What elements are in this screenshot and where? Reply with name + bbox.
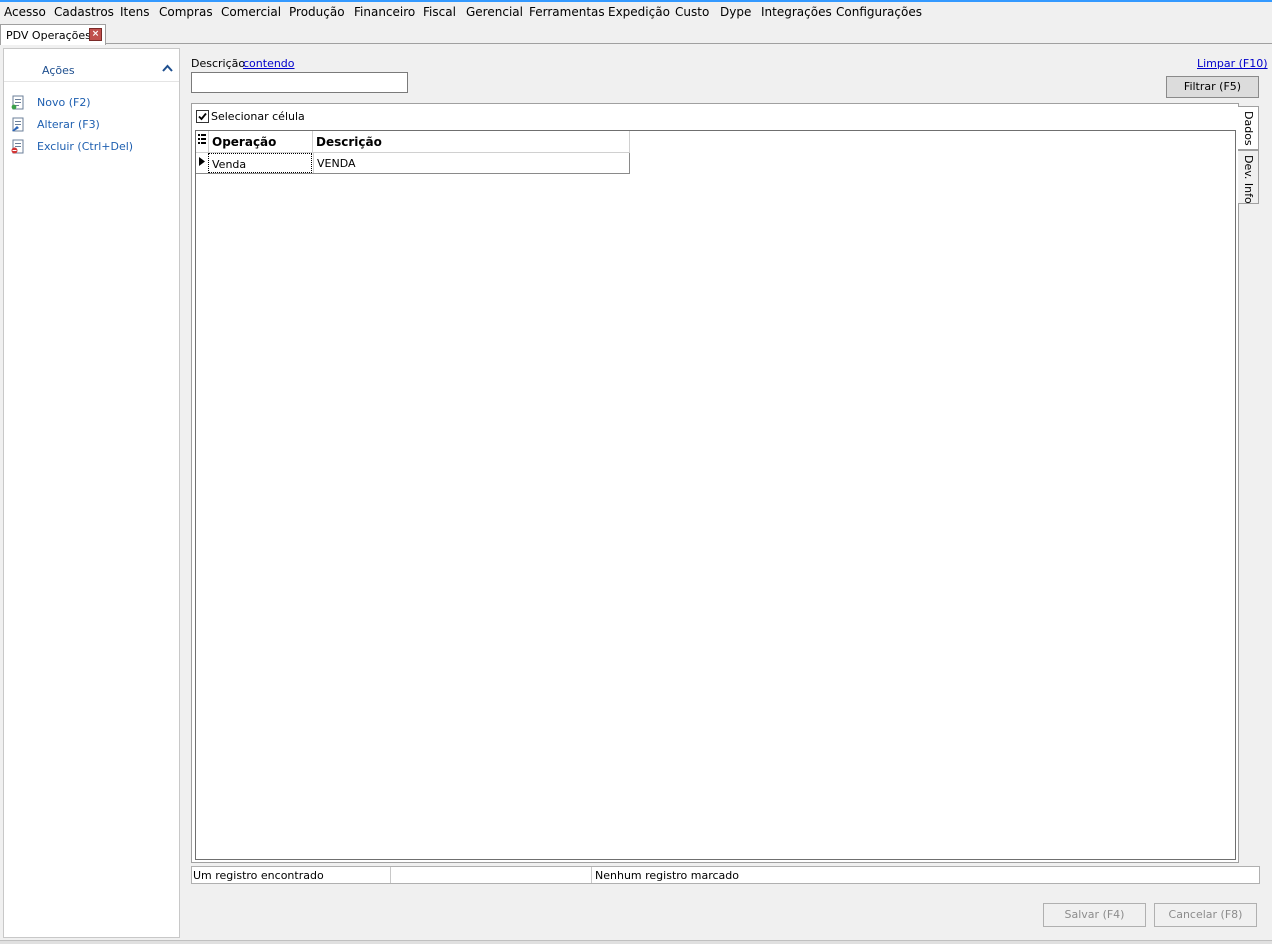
menu-integracoes[interactable]: Integrações bbox=[761, 5, 832, 19]
menu-compras[interactable]: Compras bbox=[159, 5, 213, 19]
column-header-operacao[interactable]: Operação bbox=[209, 131, 313, 153]
table-row[interactable]: Venda VENDA bbox=[196, 153, 630, 174]
select-cell-checkbox[interactable] bbox=[196, 110, 209, 123]
delete-document-icon bbox=[11, 139, 25, 154]
filter-mode-link[interactable]: contendo bbox=[243, 57, 295, 70]
status-records-found: Um registro encontrado bbox=[192, 867, 391, 883]
menu-fiscal[interactable]: Fiscal bbox=[423, 5, 456, 19]
chevron-up-icon[interactable] bbox=[162, 61, 173, 75]
document-tab-strip: PDV Operações × bbox=[0, 22, 1272, 45]
status-middle-cell bbox=[391, 867, 592, 883]
menu-ferramentas[interactable]: Ferramentas bbox=[529, 5, 605, 19]
window-bottom-edge bbox=[0, 940, 1272, 944]
action-alterar-label: Alterar (F3) bbox=[37, 118, 100, 131]
menu-financeiro[interactable]: Financeiro bbox=[354, 5, 415, 19]
tab-dev-info-label: Dev. Info bbox=[1242, 155, 1255, 204]
menu-gerencial[interactable]: Gerencial bbox=[466, 5, 523, 19]
cell-operacao[interactable]: Venda bbox=[208, 153, 312, 173]
tab-dados-label: Dados bbox=[1242, 111, 1255, 146]
action-novo-label: Novo (F2) bbox=[37, 96, 91, 109]
action-excluir[interactable]: Excluir (Ctrl+Del) bbox=[10, 138, 175, 156]
filter-button[interactable]: Filtrar (F5) bbox=[1166, 76, 1259, 98]
save-button[interactable]: Salvar (F4) bbox=[1043, 903, 1146, 927]
edit-document-icon bbox=[11, 117, 25, 132]
grid-header: Operação Descrição bbox=[196, 131, 630, 153]
data-tab-panel: Selecionar célula Operação Descrição Ven… bbox=[191, 103, 1239, 863]
new-document-icon bbox=[11, 95, 25, 110]
select-cell-label: Selecionar célula bbox=[211, 110, 305, 123]
action-novo[interactable]: Novo (F2) bbox=[10, 94, 175, 112]
menu-dype[interactable]: Dype bbox=[720, 5, 751, 19]
actions-panel: Ações Novo (F2) Alterar (F3) Excluir (Ct… bbox=[3, 48, 180, 938]
menu-custo[interactable]: Custo bbox=[675, 5, 709, 19]
menubar: Acesso Cadastros Itens Compras Comercial… bbox=[0, 2, 1272, 22]
cell-descricao[interactable]: VENDA bbox=[313, 153, 630, 173]
clear-filter-link[interactable]: Limpar (F10) bbox=[1197, 57, 1268, 70]
document-tab-pdv-operacoes[interactable]: PDV Operações × bbox=[0, 24, 106, 45]
close-icon[interactable]: × bbox=[89, 28, 102, 41]
data-grid[interactable]: Operação Descrição Venda VENDA bbox=[195, 130, 1236, 860]
document-tab-label: PDV Operações bbox=[6, 29, 91, 42]
description-filter-input[interactable] bbox=[191, 72, 408, 93]
menu-cadastros[interactable]: Cadastros bbox=[54, 5, 114, 19]
status-bar: Um registro encontrado Nenhum registro m… bbox=[191, 866, 1260, 884]
column-chooser-icon[interactable] bbox=[196, 131, 209, 153]
menu-comercial[interactable]: Comercial bbox=[221, 5, 281, 19]
menu-producao[interactable]: Produção bbox=[289, 5, 345, 19]
menu-acesso[interactable]: Acesso bbox=[4, 5, 46, 19]
cancel-button[interactable]: Cancelar (F8) bbox=[1154, 903, 1257, 927]
menu-configuracoes[interactable]: Configurações bbox=[836, 5, 922, 19]
tab-dados[interactable]: Dados bbox=[1238, 106, 1259, 150]
action-alterar[interactable]: Alterar (F3) bbox=[10, 116, 175, 134]
actions-panel-header[interactable]: Ações bbox=[4, 49, 179, 82]
column-header-descricao[interactable]: Descrição bbox=[313, 131, 630, 153]
tab-dev-info[interactable]: Dev. Info bbox=[1238, 150, 1259, 204]
status-records-marked: Nenhum registro marcado bbox=[595, 869, 739, 882]
action-excluir-label: Excluir (Ctrl+Del) bbox=[37, 140, 134, 153]
actions-panel-title: Ações bbox=[42, 64, 75, 77]
menu-expedicao[interactable]: Expedição bbox=[608, 5, 670, 19]
description-filter-label: Descrição bbox=[191, 57, 246, 70]
menu-itens[interactable]: Itens bbox=[120, 5, 149, 19]
